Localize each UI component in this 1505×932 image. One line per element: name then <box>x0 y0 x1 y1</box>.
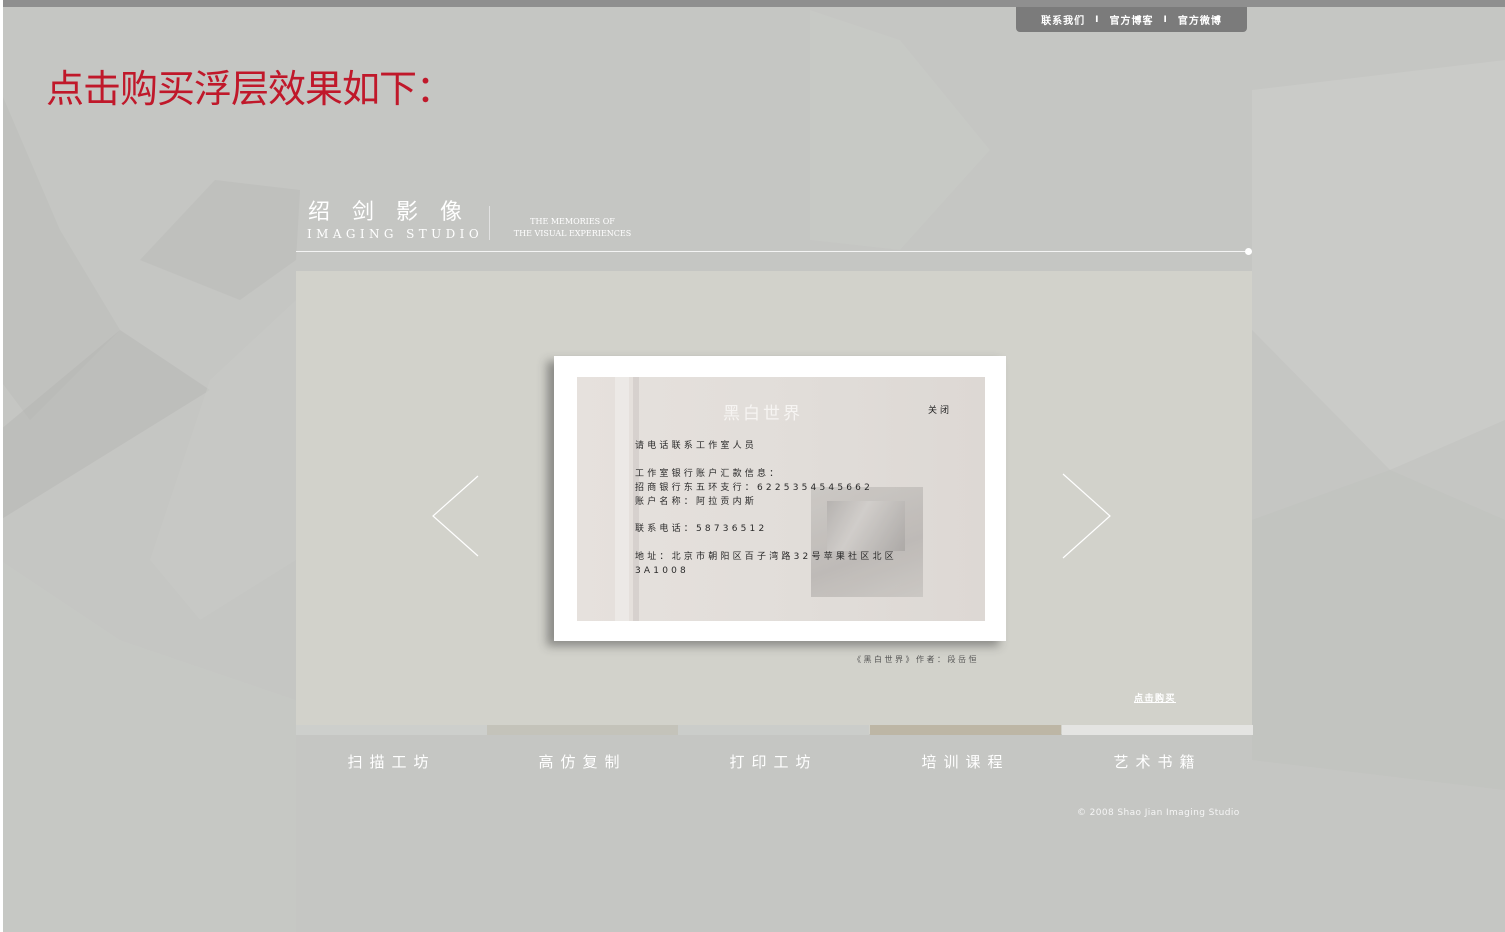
menu-item-bar <box>870 725 1061 735</box>
menu-item-bar <box>296 725 487 735</box>
purchase-modal: 黑白世界 <box>554 356 1006 641</box>
menu-item-bar <box>678 725 869 735</box>
photo-detail <box>615 377 629 621</box>
menu-item-label: 培训课程 <box>921 753 1010 771</box>
nav-separator: I <box>1095 14 1100 25</box>
menu-item-books[interactable]: 艺术书籍 <box>1062 725 1253 785</box>
modal-info-line: 3A1008 <box>635 566 689 576</box>
header-divider <box>296 251 1249 252</box>
top-strip <box>0 0 1505 7</box>
nav-link-weibo[interactable]: 官方微博 <box>1178 12 1222 27</box>
menu-item-reproduction[interactable]: 高仿复制 <box>487 725 678 785</box>
logo-name-cn[interactable]: 绍剑影像 <box>308 194 484 226</box>
menu-item-training[interactable]: 培训课程 <box>870 725 1061 785</box>
menu-item-label: 打印工坊 <box>729 753 818 771</box>
buy-link[interactable]: 点击购买 <box>1134 691 1176 704</box>
logo-divider <box>489 206 490 240</box>
main-menu: 扫描工坊 高仿复制 打印工坊 培训课程 艺术书籍 <box>296 725 1253 785</box>
photo-watermark-title: 黑白世界 <box>723 404 803 424</box>
modal-info-line: 联系电话：58736512 <box>635 524 768 534</box>
menu-item-scan[interactable]: 扫描工坊 <box>296 725 487 785</box>
modal-close-button[interactable]: 关闭 <box>928 403 952 416</box>
modal-info-line: 招商银行东五环支行：6225354545662 <box>635 483 874 493</box>
menu-item-label: 艺术书籍 <box>1113 753 1202 771</box>
prev-arrow-icon[interactable] <box>431 474 481 558</box>
nav-separator: I <box>1163 14 1168 25</box>
page-headline: 点击购买浮层效果如下： <box>46 67 454 111</box>
photo-caption: 《黑白世界》作者：段岳恒 <box>853 655 979 664</box>
menu-item-print[interactable]: 打印工坊 <box>678 725 869 785</box>
header-divider-dot <box>1245 248 1252 255</box>
menu-item-label: 扫描工坊 <box>347 753 436 771</box>
modal-info-line: 工作室银行账户汇款信息： <box>635 469 782 479</box>
left-edge <box>0 0 3 932</box>
next-arrow-icon[interactable] <box>1061 472 1113 560</box>
tagline-line-1: THE MEMORIES OF <box>530 217 615 226</box>
tagline-line-2: THE VISUAL EXPERIENCES <box>513 229 632 238</box>
nav-link-contact[interactable]: 联系我们 <box>1041 12 1085 27</box>
modal-info-line: 账户名称：阿拉贡内斯 <box>635 497 758 507</box>
nav-link-blog[interactable]: 官方博客 <box>1110 12 1154 27</box>
logo-tagline: THE MEMORIES OF THE VISUAL EXPERIENCES <box>500 216 645 240</box>
modal-info-line: 请电话联系工作室人员 <box>635 441 758 451</box>
top-nav: 联系我们 I 官方博客 I 官方微博 <box>1016 7 1247 32</box>
modal-info-line: 地址：北京市朝阳区百子湾路32号苹果社区北区 <box>635 552 897 562</box>
menu-item-label: 高仿复制 <box>538 753 627 771</box>
menu-item-bar <box>1062 725 1253 735</box>
photo-book-image <box>811 487 923 597</box>
logo-name-en: IMAGING STUDIO <box>307 227 484 241</box>
copyright-text: © 2008 Shao Jian Imaging Studio <box>1077 808 1240 818</box>
menu-item-bar <box>487 725 678 735</box>
